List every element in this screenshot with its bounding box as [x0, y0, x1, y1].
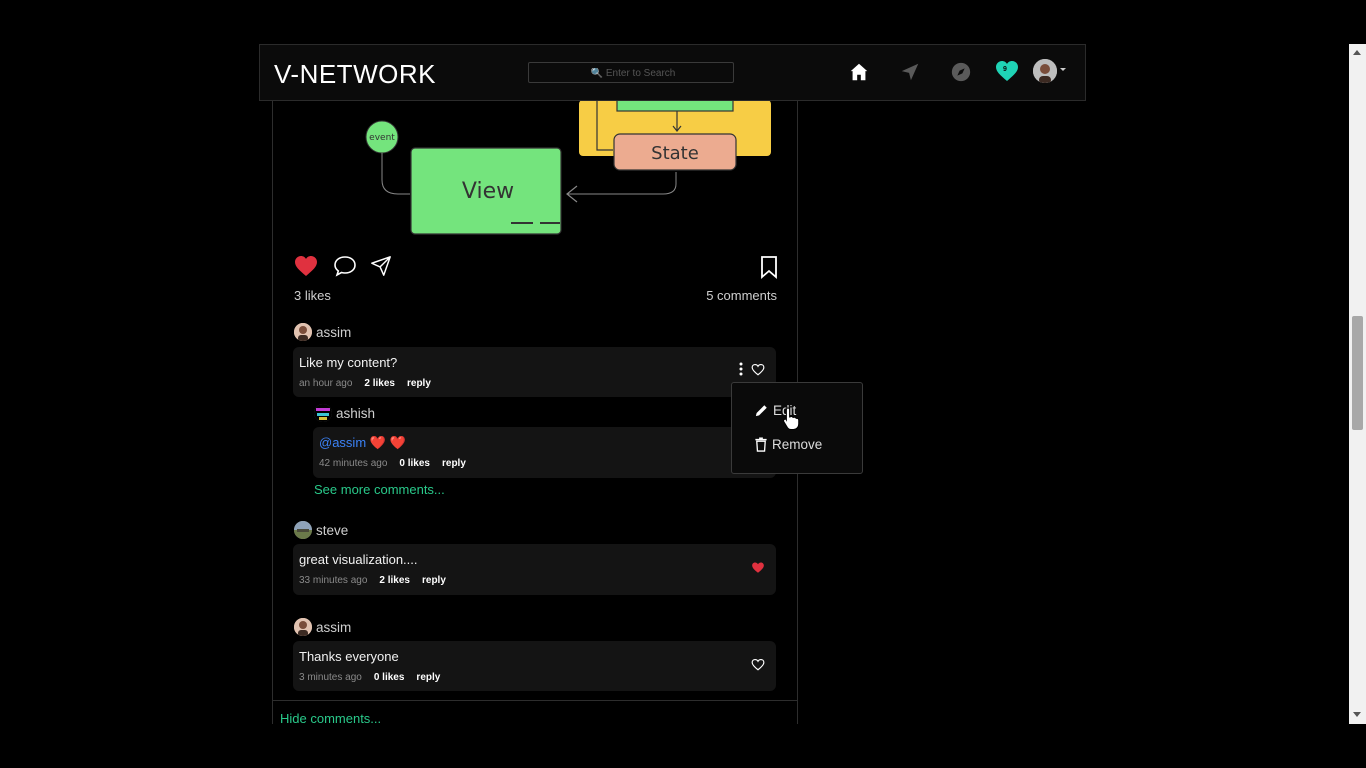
comment-author[interactable]: ashish	[314, 404, 375, 422]
like-heart-icon[interactable]	[293, 255, 319, 277]
comment-liked-heart-icon[interactable]	[751, 561, 765, 574]
remove-label: Remove	[772, 437, 823, 452]
user-avatar-icon	[294, 323, 312, 341]
comment-text: Like my content?	[299, 355, 398, 370]
comment-author[interactable]: assim	[294, 618, 351, 636]
reply-button[interactable]: reply	[422, 575, 446, 586]
comment-username: assim	[316, 619, 352, 635]
avatar	[294, 618, 312, 636]
comment-meta: 3 minutes ago 0 likes reply	[299, 672, 440, 683]
avatar	[294, 323, 312, 341]
brand-logo[interactable]: V-NETWORK	[274, 59, 436, 90]
comment-meta: 33 minutes ago 2 likes reply	[299, 575, 446, 586]
avatar	[314, 404, 332, 422]
comment-time: 3 minutes ago	[299, 672, 362, 683]
comment-like-icon[interactable]	[751, 658, 765, 671]
avatar	[294, 521, 312, 539]
reply-button[interactable]: reply	[442, 458, 466, 469]
reply-button[interactable]: reply	[407, 378, 431, 389]
comment-text-line: @assim ❤️ ❤️	[319, 435, 406, 451]
comment-meta: an hour ago 2 likes reply	[299, 378, 431, 389]
comment-likes[interactable]: 2 likes	[379, 575, 410, 586]
remove-menu-item[interactable]: Remove	[754, 437, 822, 452]
comment-bubble: great visualization.... 33 minutes ago 2…	[293, 544, 776, 595]
search-box[interactable]	[528, 62, 737, 84]
avatar-icon	[1033, 59, 1057, 83]
comments-count[interactable]: 5 comments	[706, 288, 777, 303]
trash-icon	[755, 437, 767, 452]
comment-time: 42 minutes ago	[319, 458, 388, 469]
post-image: State event View	[365, 100, 771, 235]
share-icon[interactable]	[370, 255, 392, 277]
comment-time: 33 minutes ago	[299, 575, 368, 586]
view-label: View	[462, 179, 514, 204]
comment-bubble: @assim ❤️ ❤️ 42 minutes ago 0 likes repl…	[313, 427, 776, 478]
comment-username: assim	[316, 324, 352, 340]
bookmark-icon[interactable]	[759, 255, 779, 279]
search-input[interactable]	[529, 63, 737, 84]
comment-username: ashish	[336, 405, 376, 421]
reply-button[interactable]: reply	[416, 672, 440, 683]
comment-username: steve	[316, 522, 349, 538]
comment-author[interactable]: assim	[294, 323, 351, 341]
hide-comments-link[interactable]: Hide comments...	[280, 711, 381, 726]
send-icon[interactable]	[899, 61, 921, 83]
notification-count: 9	[1003, 66, 1007, 73]
user-avatar-icon	[294, 618, 312, 636]
divider	[272, 700, 798, 701]
comment-likes[interactable]: 2 likes	[364, 378, 395, 389]
scroll-down-arrow-icon[interactable]	[1353, 712, 1361, 717]
comment-author[interactable]: steve	[294, 521, 348, 539]
comment-text: great visualization....	[299, 552, 418, 567]
notification-button[interactable]: 9	[995, 60, 1019, 82]
comment-likes[interactable]: 0 likes	[399, 458, 430, 469]
more-options-icon[interactable]	[739, 362, 743, 376]
user-avatar-icon	[294, 521, 312, 539]
hand-cursor-icon	[783, 407, 800, 430]
mention-link[interactable]: @assim	[319, 435, 366, 450]
profile-dropdown-caret[interactable]	[1060, 68, 1066, 71]
explore-icon[interactable]	[950, 61, 972, 83]
comment-text: ❤️ ❤️	[366, 435, 406, 450]
home-icon[interactable]	[848, 61, 870, 83]
comment-bubble: Thanks everyone 3 minutes ago 0 likes re…	[293, 641, 776, 691]
avatar[interactable]	[1033, 59, 1057, 83]
event-label: event	[369, 133, 395, 143]
comment-likes[interactable]: 0 likes	[374, 672, 405, 683]
notification-heart-icon	[996, 61, 1018, 81]
pencil-icon	[755, 405, 767, 417]
state-label: State	[651, 143, 699, 164]
comment-options-menu: Edit Remove	[731, 382, 863, 474]
comment-text: Thanks everyone	[299, 649, 399, 664]
likes-count[interactable]: 3 likes	[294, 288, 331, 303]
scroll-up-arrow-icon[interactable]	[1353, 50, 1361, 55]
user-avatar-icon	[314, 404, 332, 422]
vertical-scrollbar[interactable]	[1349, 44, 1366, 724]
comment-bubble: Like my content? an hour ago 2 likes rep…	[293, 347, 776, 397]
comment-meta: 42 minutes ago 0 likes reply	[319, 458, 466, 469]
top-navbar: V-NETWORK 9	[259, 44, 1086, 101]
comment-icon[interactable]	[333, 255, 357, 277]
scrollbar-thumb[interactable]	[1352, 316, 1363, 430]
see-more-comments-link[interactable]: See more comments...	[314, 482, 445, 497]
comment-like-icon[interactable]	[751, 363, 765, 376]
comment-time: an hour ago	[299, 378, 353, 389]
